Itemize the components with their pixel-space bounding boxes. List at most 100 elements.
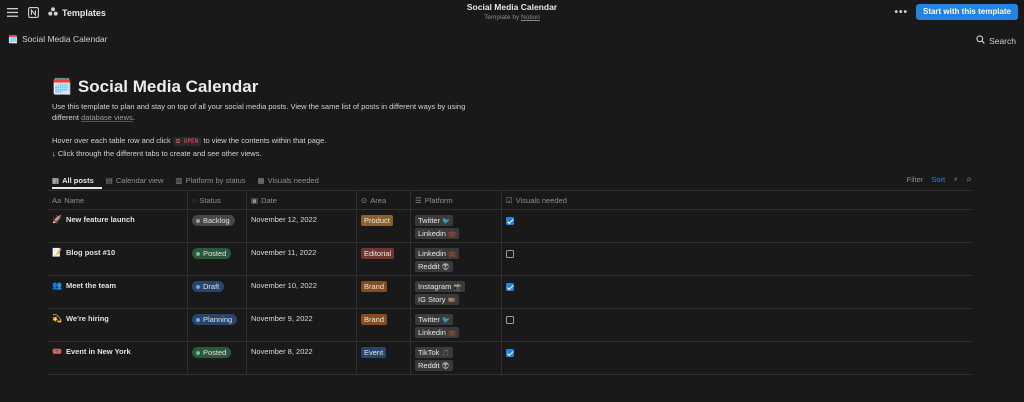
view-tabs: ▦ All posts ▤ Calendar view ▥ Platform b… [52, 172, 972, 189]
platform-tag[interactable]: Linkedin 💼 [415, 327, 460, 338]
menu-icon[interactable] [6, 7, 18, 19]
status-label: Posted [203, 348, 227, 357]
post-icon: 👥 [52, 281, 62, 290]
template-header: Social Media Calendar Template by Notion [0, 2, 1024, 22]
template-author-link[interactable]: Notion [521, 14, 540, 21]
date-cell[interactable]: November 12, 2022 [247, 210, 357, 242]
page-title-text: Social Media Calendar [77, 77, 259, 96]
name-cell[interactable]: 👥 Meet the team [48, 276, 188, 308]
more-options-button[interactable]: ••• [894, 7, 908, 18]
column-label: Platform [424, 195, 453, 205]
platform-tag[interactable]: Reddit 👽 [415, 261, 453, 272]
visuals-needed-checkbox[interactable] [506, 349, 514, 357]
status-cell[interactable]: Backlog [188, 210, 247, 242]
date-cell[interactable]: November 11, 2022 [247, 243, 357, 275]
visuals-needed-checkbox[interactable] [506, 283, 514, 291]
platform-tag-wrap: Reddit 👽 [415, 360, 497, 373]
platform-emoji-icon: 💼 [448, 251, 457, 258]
column-header-visuals-needed[interactable]: ☑ Visuals needed [502, 191, 972, 210]
description-period: . [132, 113, 135, 122]
column-header-name[interactable]: Aa Name [48, 190, 188, 210]
search-view-icon[interactable]: ⌕ [966, 174, 972, 185]
platform-tag-wrap: Linkedin 💼 [415, 228, 497, 241]
status-dot [196, 218, 200, 223]
breadcrumb[interactable]: 🗓️ Social Media Calendar [8, 34, 108, 44]
table-row[interactable]: 🚀 New feature launch Backlog November 12, 2… [48, 210, 972, 243]
column-header-date[interactable]: ▣ Date [247, 190, 357, 210]
notion-logo-icon[interactable] [27, 7, 39, 19]
area-cell[interactable]: Event [357, 342, 411, 374]
status-cell[interactable]: Planning [188, 309, 247, 341]
status-badge: Planning [192, 314, 238, 325]
status-dot [196, 251, 200, 256]
status-cell[interactable]: Posted [188, 342, 247, 374]
platform-tag[interactable]: Twitter 🐦 [415, 215, 454, 226]
post-name: Meet the team [65, 281, 116, 290]
platform-tag[interactable]: Reddit 👽 [415, 360, 453, 371]
automation-bolt-icon[interactable]: ⚡ [953, 175, 958, 184]
platform-cell[interactable]: Linkedin 💼 Reddit 👽 [411, 243, 502, 275]
name-cell[interactable]: 🚀 New feature launch [48, 210, 188, 242]
area-cell[interactable]: Editorial [357, 243, 411, 275]
platform-tag[interactable]: Twitter 🐦 [415, 314, 454, 325]
active-tab-underline [52, 187, 102, 189]
platform-tag[interactable]: Instagram 📸 [415, 281, 465, 292]
platform-cell[interactable]: Instagram 📸 IG Story 🎞️ [411, 276, 502, 308]
search-button[interactable]: Search [976, 35, 1016, 46]
status-label: Draft [203, 282, 220, 291]
date-cell[interactable]: November 8, 2022 [247, 342, 357, 374]
table-row[interactable]: 💫 We're hiring Planning November 9, 2022 Bra… [48, 309, 972, 342]
name-cell[interactable]: 🎟️ Event in New York [48, 342, 188, 374]
sort-button[interactable]: Sort [931, 175, 945, 184]
tab-calendar-view[interactable]: ▤ Calendar view [106, 172, 164, 188]
page-instructions: Hover over each table row and click ⧉ OP… [52, 135, 972, 160]
column-header-status[interactable]: ◌ Status [188, 190, 247, 210]
platform-tag[interactable]: TikTok 🎵 [415, 347, 453, 358]
table-row[interactable]: 🎟️ Event in New York Posted November 8, 202… [48, 342, 972, 375]
column-label: Status [199, 195, 221, 205]
date-cell[interactable]: November 9, 2022 [247, 309, 357, 341]
status-cell[interactable]: Draft [188, 276, 247, 308]
filter-button[interactable]: Filter [907, 175, 924, 184]
status-dot [196, 350, 200, 355]
area-cell[interactable]: Product [357, 210, 411, 242]
area-label: Brand [364, 282, 385, 291]
platform-tag[interactable]: Linkedin 💼 [415, 228, 460, 239]
table-row[interactable]: 👥 Meet the team Draft November 10, 2022 Bran… [48, 276, 972, 309]
post-name: New feature launch [65, 215, 135, 224]
tab-visuals-needed[interactable]: ▦ Visuals needed [258, 172, 319, 188]
templates-link[interactable]: Templates [48, 7, 106, 18]
area-cell[interactable]: Brand [357, 276, 411, 308]
table-row[interactable]: 📝 Blog post #10 Posted November 11, 2022 Edi… [48, 243, 972, 276]
status-label: Backlog [203, 216, 230, 225]
area-label: Product [364, 216, 390, 225]
visuals-needed-checkbox[interactable] [506, 316, 514, 324]
area-cell[interactable]: Brand [357, 309, 411, 341]
platform-cell[interactable]: TikTok 🎵 Reddit 👽 [411, 342, 502, 374]
name-cell[interactable]: 💫 We're hiring [48, 309, 188, 341]
tab-platform-by-status[interactable]: ▥ Platform by status [175, 172, 245, 188]
status-cell[interactable]: Posted [188, 243, 247, 275]
platform-tag[interactable]: Linkedin 💼 [415, 248, 460, 259]
platform-tag[interactable]: IG Story 🎞️ [415, 294, 459, 305]
checkbox-property-icon: ☑ [506, 195, 513, 205]
column-header-platform[interactable]: ☰ Platform [411, 190, 502, 210]
page-description: Use this template to plan and stay on to… [52, 101, 492, 123]
templates-label: Templates [62, 7, 106, 18]
platform-emoji-icon: 💼 [448, 231, 457, 238]
search-label: Search [989, 35, 1016, 46]
platform-label: Reddit [418, 361, 440, 370]
column-header-area[interactable]: ⊙ Area [357, 190, 411, 210]
database-views-link[interactable]: database views [81, 113, 133, 122]
calendar-view-icon: ▤ [105, 175, 113, 185]
date-cell[interactable]: November 10, 2022 [247, 276, 357, 308]
platform-cell[interactable]: Twitter 🐦 Linkedin 💼 [411, 210, 502, 242]
visuals-needed-checkbox[interactable] [506, 217, 514, 225]
start-with-template-button[interactable]: Start with this template [915, 4, 1018, 20]
platform-cell[interactable]: Twitter 🐦 Linkedin 💼 [411, 309, 502, 341]
page-content: 🗓️ Social Media Calendar Use this templa… [52, 76, 972, 160]
tab-all-posts[interactable]: ▦ All posts [52, 172, 94, 188]
name-cell[interactable]: 📝 Blog post #10 [48, 243, 188, 275]
platform-label: TikTok [418, 348, 440, 357]
visuals-needed-checkbox[interactable] [506, 250, 514, 258]
